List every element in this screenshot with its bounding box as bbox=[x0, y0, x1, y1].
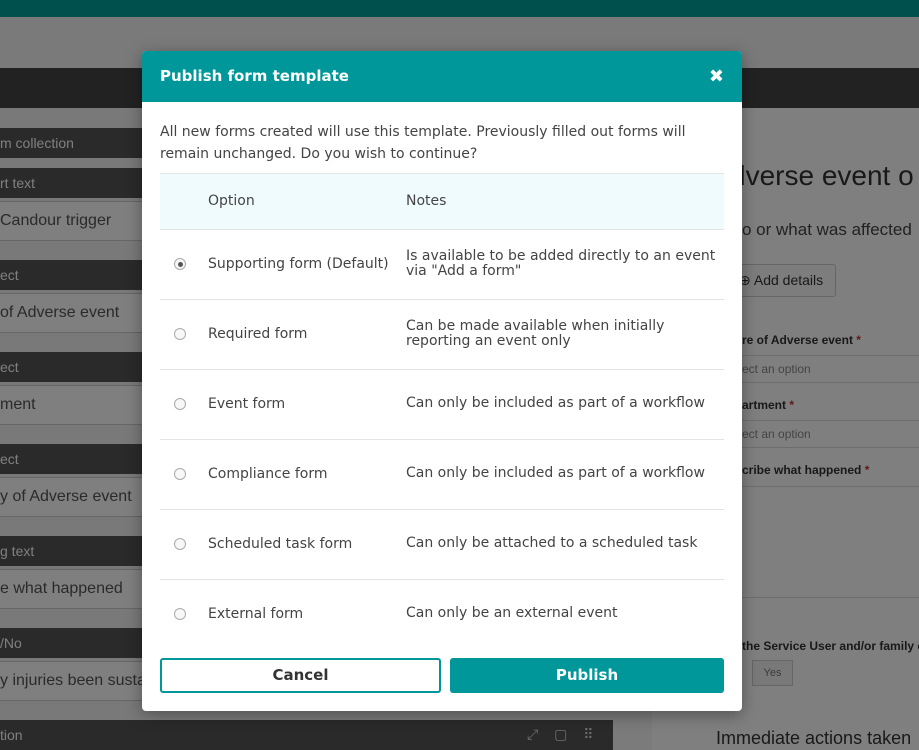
option-radio[interactable] bbox=[174, 258, 186, 270]
dialog-title: Publish form template bbox=[160, 67, 349, 85]
option-label: Event form bbox=[208, 396, 286, 412]
option-radio[interactable] bbox=[174, 328, 186, 340]
option-note: Can only be an external event bbox=[406, 605, 618, 621]
option-note: Can only be included as part of a workfl… bbox=[406, 465, 705, 481]
table-header: Option Notes bbox=[160, 173, 724, 229]
table-row[interactable]: Compliance form Can only be included as … bbox=[160, 439, 724, 509]
form-type-table: Option Notes Supporting form (Default) I… bbox=[160, 173, 724, 649]
option-note: Is available to be added directly to an … bbox=[406, 248, 716, 279]
column-header-option: Option bbox=[208, 193, 255, 209]
option-radio[interactable] bbox=[174, 538, 186, 550]
option-radio[interactable] bbox=[174, 398, 186, 410]
table-row[interactable]: Supporting form (Default) Is available t… bbox=[160, 229, 724, 299]
close-icon[interactable]: ✖ bbox=[709, 66, 724, 86]
cancel-button[interactable]: Cancel bbox=[160, 658, 441, 693]
option-radio[interactable] bbox=[174, 608, 186, 620]
option-note: Can only be attached to a scheduled task bbox=[406, 535, 698, 551]
option-label: Compliance form bbox=[208, 466, 328, 482]
table-row[interactable]: External form Can only be an external ev… bbox=[160, 579, 724, 649]
option-label: Required form bbox=[208, 326, 308, 342]
publish-dialog: Publish form template ✖ All new forms cr… bbox=[142, 51, 742, 711]
table-row[interactable]: Scheduled task form Can only be attached… bbox=[160, 509, 724, 579]
option-label: External form bbox=[208, 606, 304, 622]
option-note: Can only be included as part of a workfl… bbox=[406, 395, 705, 411]
column-header-notes: Notes bbox=[406, 193, 447, 209]
option-radio[interactable] bbox=[174, 468, 186, 480]
dialog-header: Publish form template ✖ bbox=[142, 51, 742, 102]
table-row[interactable]: Event form Can only be included as part … bbox=[160, 369, 724, 439]
option-note: Can be made available when initially rep… bbox=[406, 318, 665, 349]
option-label: Supporting form (Default) bbox=[208, 256, 389, 272]
publish-button[interactable]: Publish bbox=[450, 658, 724, 693]
table-row[interactable]: Required form Can be made available when… bbox=[160, 299, 724, 369]
option-label: Scheduled task form bbox=[208, 536, 353, 552]
dialog-message: All new forms created will use this temp… bbox=[160, 124, 686, 162]
